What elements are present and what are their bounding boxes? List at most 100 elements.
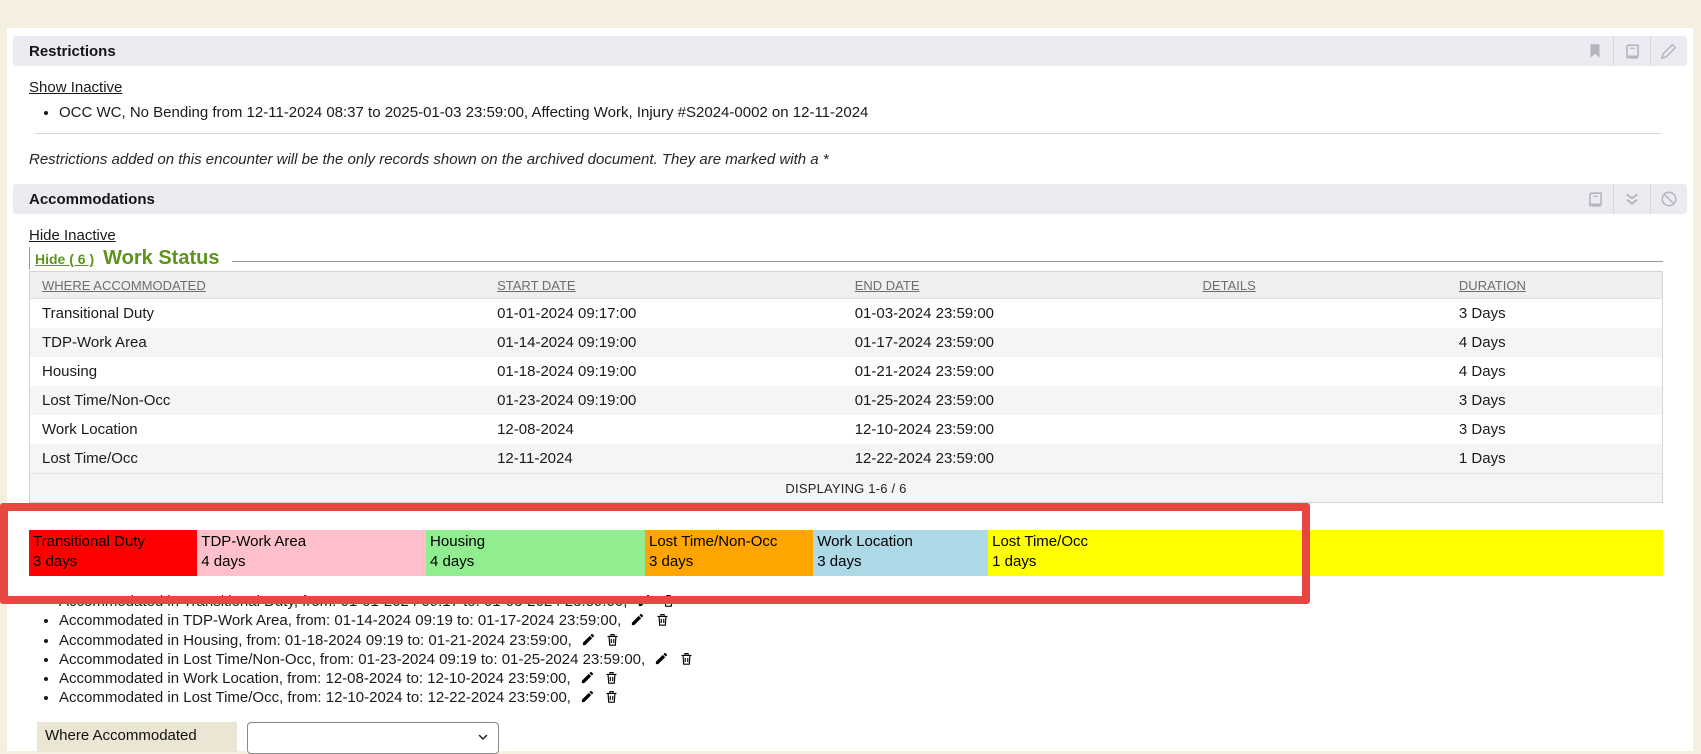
cell-start: 01-14-2024 09:19:00 bbox=[485, 328, 843, 357]
where-accommodated-label: Where Accommodated bbox=[37, 722, 237, 752]
cell-duration: 3 Days bbox=[1447, 299, 1663, 329]
cell-where: Transitional Duty bbox=[30, 299, 486, 329]
column-header-start-date[interactable]: START DATE bbox=[485, 272, 843, 299]
cell-start: 01-18-2024 09:19:00 bbox=[485, 357, 843, 386]
cell-where: Lost Time/Non-Occ bbox=[30, 386, 486, 415]
table-row: Transitional Duty 01-01-2024 09:17:00 01… bbox=[30, 299, 1663, 329]
list-item: Accommodated in Housing, from: 01-18-202… bbox=[59, 631, 1687, 650]
table-header-row: WHERE ACCOMMODATED START DATE END DATE D… bbox=[30, 272, 1663, 299]
delete-icon[interactable] bbox=[604, 689, 619, 704]
table-footer-row: DISPLAYING 1-6 / 6 bbox=[30, 474, 1663, 503]
cell-start: 12-11-2024 bbox=[485, 444, 843, 474]
list-item: Accommodated in Lost Time/Occ, from: 12-… bbox=[59, 688, 1687, 707]
collapse-icon[interactable] bbox=[1614, 184, 1650, 214]
edit-icon[interactable] bbox=[654, 651, 669, 666]
cell-details bbox=[1191, 328, 1447, 357]
accommodations-section: Accommodations Hide Inactive Hide ( 6 ) … bbox=[13, 184, 1687, 754]
cell-end: 01-21-2024 23:59:00 bbox=[843, 357, 1191, 386]
table-row: TDP-Work Area 01-14-2024 09:19:00 01-17-… bbox=[30, 328, 1663, 357]
column-header-details[interactable]: DETAILS bbox=[1191, 272, 1447, 299]
segment-label: TDP-Work Area bbox=[201, 532, 426, 552]
restrictions-list: OCC WC, No Bending from 12-11-2024 08:37… bbox=[13, 103, 1687, 123]
list-item: Accommodated in TDP-Work Area, from: 01-… bbox=[59, 611, 1687, 630]
edit-icon[interactable] bbox=[580, 689, 595, 704]
accommodations-header: Accommodations bbox=[13, 184, 1687, 214]
hide-inactive-link[interactable]: Hide Inactive bbox=[29, 227, 116, 244]
restriction-item: OCC WC, No Bending from 12-11-2024 08:37… bbox=[59, 103, 1687, 123]
delete-icon[interactable] bbox=[661, 593, 676, 608]
segment-days: 4 days bbox=[201, 552, 426, 572]
bookmark-icon[interactable] bbox=[1577, 36, 1613, 66]
add-accommodation-form: Where Accommodated bbox=[37, 722, 1687, 754]
restrictions-toolbar bbox=[1577, 36, 1687, 66]
cell-duration: 4 Days bbox=[1447, 328, 1663, 357]
journal-icon[interactable] bbox=[1577, 184, 1613, 214]
edit-icon[interactable] bbox=[581, 632, 596, 647]
delete-icon[interactable] bbox=[605, 632, 620, 647]
journal-icon[interactable] bbox=[1614, 36, 1650, 66]
segment-days: 4 days bbox=[430, 552, 645, 572]
cell-duration: 3 Days bbox=[1447, 415, 1663, 444]
cell-duration: 4 Days bbox=[1447, 357, 1663, 386]
cell-start: 01-01-2024 09:17:00 bbox=[485, 299, 843, 329]
list-item: Accommodated in Work Location, from: 12-… bbox=[59, 669, 1687, 688]
restrictions-title: Restrictions bbox=[29, 43, 116, 60]
accommodation-entries-list: Accommodated in Transitional Duty, from:… bbox=[13, 592, 1687, 708]
edit-icon[interactable] bbox=[630, 612, 645, 627]
segment-days: 3 days bbox=[817, 552, 988, 572]
cell-start: 12-08-2024 bbox=[485, 415, 843, 444]
segment-label: Housing bbox=[430, 532, 645, 552]
table-row: Work Location 12-08-2024 12-10-2024 23:5… bbox=[30, 415, 1663, 444]
cell-duration: 1 Days bbox=[1447, 444, 1663, 474]
column-header-duration[interactable]: DURATION bbox=[1447, 272, 1663, 299]
cell-end: 12-22-2024 23:59:00 bbox=[843, 444, 1191, 474]
entry-text: Accommodated in Lost Time/Occ, from: 12-… bbox=[59, 689, 571, 706]
delete-icon[interactable] bbox=[679, 651, 694, 666]
cell-details bbox=[1191, 299, 1447, 329]
entry-text: Accommodated in TDP-Work Area, from: 01-… bbox=[59, 612, 621, 629]
column-header-where-accommodated[interactable]: WHERE ACCOMMODATED bbox=[30, 272, 486, 299]
delete-icon[interactable] bbox=[604, 670, 619, 685]
accommodations-title: Accommodations bbox=[29, 191, 155, 208]
restrictions-note: Restrictions added on this encounter wil… bbox=[29, 151, 1687, 168]
work-status-title: Work Status bbox=[103, 247, 219, 270]
list-item: Accommodated in Lost Time/Non-Occ, from:… bbox=[59, 650, 1687, 669]
timeline-segment: Transitional Duty 3 days bbox=[29, 530, 197, 576]
delete-icon[interactable] bbox=[655, 612, 670, 627]
work-status-table: WHERE ACCOMMODATED START DATE END DATE D… bbox=[29, 271, 1663, 503]
list-item: Accommodated in Transitional Duty, from:… bbox=[59, 592, 1687, 611]
entry-text: Accommodated in Work Location, from: 12-… bbox=[59, 670, 571, 687]
hide-count-link[interactable]: Hide ( 6 ) bbox=[35, 251, 94, 267]
table-row: Lost Time/Non-Occ 01-23-2024 09:19:00 01… bbox=[30, 386, 1663, 415]
show-inactive-link[interactable]: Show Inactive bbox=[29, 79, 122, 96]
table-row: Lost Time/Occ 12-11-2024 12-22-2024 23:5… bbox=[30, 444, 1663, 474]
edit-icon[interactable] bbox=[580, 670, 595, 685]
cell-end: 01-25-2024 23:59:00 bbox=[843, 386, 1191, 415]
cell-details bbox=[1191, 415, 1447, 444]
timeline-segment: Work Location 3 days bbox=[813, 530, 988, 576]
entry-text: Accommodated in Lost Time/Non-Occ, from:… bbox=[59, 651, 645, 668]
where-accommodated-select[interactable] bbox=[247, 722, 499, 754]
segment-days: 1 days bbox=[992, 552, 1663, 572]
cell-end: 01-17-2024 23:59:00 bbox=[843, 328, 1191, 357]
accommodation-timeline-bar: Transitional Duty 3 days TDP-Work Area 4… bbox=[29, 530, 1663, 576]
entry-text: Accommodated in Housing, from: 01-18-202… bbox=[59, 632, 572, 649]
divider bbox=[35, 133, 1661, 134]
chevron-down-icon bbox=[477, 730, 489, 747]
entry-text: Accommodated in Transitional Duty, from:… bbox=[59, 593, 627, 610]
cell-details bbox=[1191, 357, 1447, 386]
legend-rule bbox=[232, 261, 1663, 262]
restrictions-header: Restrictions bbox=[13, 36, 1687, 66]
work-status-legend: Hide ( 6 ) Work Status bbox=[29, 247, 1687, 270]
edit-icon[interactable] bbox=[1651, 36, 1687, 66]
edit-icon[interactable] bbox=[637, 593, 652, 608]
column-header-end-date[interactable]: END DATE bbox=[843, 272, 1191, 299]
timeline-segment: TDP-Work Area 4 days bbox=[197, 530, 426, 576]
restrictions-section: Restrictions Show Inactive OCC WC, No Be… bbox=[13, 36, 1687, 168]
cell-end: 01-03-2024 23:59:00 bbox=[843, 299, 1191, 329]
accommodations-toolbar bbox=[1577, 184, 1687, 214]
timeline-segment: Lost Time/Occ 1 days bbox=[988, 530, 1663, 576]
timeline-segment: Lost Time/Non-Occ 3 days bbox=[645, 530, 813, 576]
disable-icon[interactable] bbox=[1651, 184, 1687, 214]
content-panel: Restrictions Show Inactive OCC WC, No Be… bbox=[7, 28, 1693, 751]
